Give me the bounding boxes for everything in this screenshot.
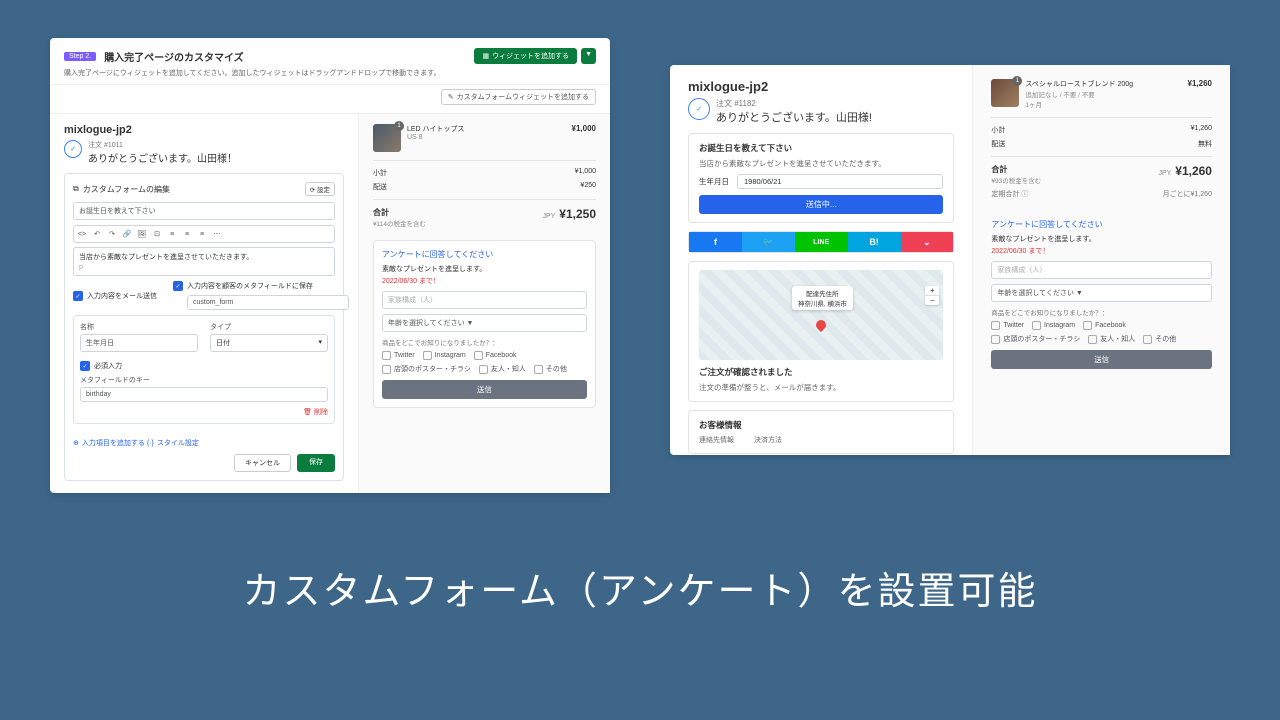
field-type-select[interactable]: 日付▾ bbox=[210, 334, 328, 352]
field-name-label: 名称 bbox=[80, 322, 198, 332]
survey-options: Twitter Instagram Facebook 店頭のポスター・チラシ 友… bbox=[382, 351, 587, 374]
metakey-input[interactable]: birthday bbox=[80, 387, 328, 402]
checkbox-required[interactable]: ✓ bbox=[80, 361, 90, 371]
grid-icon: ▦ bbox=[482, 52, 489, 60]
thankyou-text: ありがとうございます。山田様! bbox=[716, 109, 872, 125]
form-icon: ⧉ bbox=[73, 184, 79, 194]
sending-button[interactable]: 送信中... bbox=[699, 195, 943, 214]
twitter-button[interactable]: 🐦 bbox=[742, 232, 795, 252]
body-textarea[interactable]: 当店から素敵なプレゼントを進呈させていただきます。 p bbox=[73, 247, 335, 276]
map-tooltip: 配達先住所 神奈川県, 横浜市 bbox=[792, 286, 853, 310]
store-name: mixlogue-jp2 bbox=[64, 124, 344, 136]
check-icon: ✓ bbox=[64, 140, 82, 158]
metakey-label: メタフィールドのキー bbox=[80, 375, 328, 385]
metafield-name-input[interactable]: custom_form bbox=[187, 295, 349, 310]
slide-headline: カスタムフォーム（アンケート）を設置可能 bbox=[0, 560, 1280, 615]
header: Step 2. 購入完了ページのカスタマイズ ▦ウィジェットを追加する ▼ 購入… bbox=[50, 38, 610, 85]
cancel-button[interactable]: キャンセル bbox=[234, 454, 291, 472]
save-button[interactable]: 保存 bbox=[297, 454, 335, 472]
product-name: LED ハイトップス bbox=[407, 124, 566, 134]
field-name-input[interactable]: 生年月日 bbox=[80, 334, 198, 352]
product-price: ¥1,000 bbox=[572, 124, 596, 133]
style-settings-link[interactable]: {·} スタイル設定 bbox=[147, 438, 199, 448]
add-widget-dropdown[interactable]: ▼ bbox=[581, 48, 596, 64]
store-name: mixlogue-jp2 bbox=[688, 79, 954, 94]
admin-editor-screenshot: Step 2. 購入完了ページのカスタマイズ ▦ウィジェットを追加する ▼ 購入… bbox=[50, 38, 610, 493]
product-name: スペシャルローストブレンド 200g bbox=[1025, 79, 1181, 89]
map-pin-icon bbox=[814, 317, 828, 331]
add-field-link[interactable]: ⊕ 入力項目を追加する bbox=[73, 438, 145, 448]
survey-widget: アンケートに回答してください 素敵なプレゼントを進呈します。 2022/06/3… bbox=[373, 240, 596, 408]
order-summary-pane: 1 スペシャルローストブレンド 200g 追加記なし / 不要 / 不要 1ヶ月… bbox=[972, 65, 1230, 455]
delete-field-button[interactable]: 🗑 削除 bbox=[303, 409, 328, 416]
question-input[interactable]: お誕生日を教えて下さい bbox=[73, 202, 335, 220]
thankyou-text: ありがとうございます。山田様！ bbox=[88, 150, 237, 165]
checkbox-metafield[interactable]: ✓ bbox=[173, 281, 183, 291]
survey-widget: アンケートに回答してください 素敵なプレゼントを進呈します。 2022/06/3… bbox=[991, 211, 1212, 377]
subtitle: 購入完了ページにウィジェットを追加してください。追加したウィジェットはドラッグア… bbox=[64, 68, 596, 78]
add-custom-form-button[interactable]: ✎カスタムフォームウィジェットを追加する bbox=[441, 89, 596, 105]
order-number: 注文 #1182 bbox=[716, 98, 872, 109]
birthday-card: お誕生日を教えて下さい 当店から素敵なプレゼントを進呈させていただきます。 生年… bbox=[688, 133, 954, 223]
social-share-row: f 🐦 LINE B! ⌄ bbox=[688, 231, 954, 253]
editor-pane: mixlogue-jp2 ✓ 注文 #1011 ありがとうございます。山田様！ … bbox=[50, 114, 358, 493]
survey-title: アンケートに回答してください bbox=[382, 249, 587, 260]
step-badge: Step 2. bbox=[64, 52, 96, 61]
customer-view-screenshot: mixlogue-jp2 ✓ 注文 #1182 ありがとうございます。山田様! … bbox=[670, 65, 1230, 455]
form-editor-panel: ⧉ カスタムフォームの編集 ⟳ 設定 お誕生日を教えて下さい <>↶↷🔗🖼⊡≡≡≡… bbox=[64, 173, 344, 481]
facebook-button[interactable]: f bbox=[689, 232, 742, 252]
map[interactable]: 配達先住所 神奈川県, 横浜市 +− bbox=[699, 270, 943, 360]
product-row: 1 スペシャルローストブレンド 200g 追加記なし / 不要 / 不要 1ヶ月… bbox=[991, 79, 1212, 109]
age-select[interactable]: 年齢を選択してください ▼ bbox=[991, 284, 1212, 302]
map-zoom[interactable]: +− bbox=[925, 286, 939, 305]
check-icon: ✓ bbox=[688, 98, 710, 120]
survey-send-button[interactable]: 送信 bbox=[382, 380, 587, 399]
settings-toggle[interactable]: ⟳ 設定 bbox=[305, 182, 335, 196]
checkbox-email[interactable]: ✓ bbox=[73, 291, 83, 301]
family-input[interactable]: 家族構成（人） bbox=[991, 261, 1212, 279]
preview-pane: 1 LED ハイトップス US 8 ¥1,000 小計¥1,000 配送¥250… bbox=[358, 114, 610, 493]
product-variant: US 8 bbox=[407, 134, 566, 141]
product-row: 1 LED ハイトップス US 8 ¥1,000 bbox=[373, 124, 596, 152]
panel-title: カスタムフォームの編集 bbox=[83, 184, 170, 195]
map-card: 配達先住所 神奈川県, 横浜市 +− ご注文が確認されました 注文の準備が整うと… bbox=[688, 261, 954, 402]
rich-toolbar[interactable]: <>↶↷🔗🖼⊡≡≡≡⋯ bbox=[73, 225, 335, 243]
order-status-pane: mixlogue-jp2 ✓ 注文 #1182 ありがとうございます。山田様! … bbox=[670, 65, 972, 455]
pencil-icon: ✎ bbox=[448, 93, 454, 101]
field-type-label: タイプ bbox=[210, 322, 328, 332]
survey-send-button[interactable]: 送信 bbox=[991, 350, 1212, 369]
product-image: 1 bbox=[373, 124, 401, 152]
dob-input[interactable]: 1980/06/21 bbox=[737, 174, 943, 189]
page-title: 購入完了ページのカスタマイズ bbox=[104, 49, 244, 64]
pocket-button[interactable]: ⌄ bbox=[901, 232, 954, 252]
product-image: 1 bbox=[991, 79, 1019, 107]
line-button[interactable]: LINE bbox=[795, 232, 848, 252]
age-select[interactable]: 年齢を選択してください ▼ bbox=[382, 314, 587, 332]
family-input[interactable]: 家族構成（人） bbox=[382, 291, 587, 309]
order-number: 注文 #1011 bbox=[88, 140, 237, 150]
product-price: ¥1,260 bbox=[1188, 79, 1212, 88]
hatena-button[interactable]: B! bbox=[848, 232, 901, 252]
add-widget-button[interactable]: ▦ウィジェットを追加する bbox=[474, 48, 577, 64]
customer-info-card: お客様情報 連絡先情報決済方法 bbox=[688, 410, 954, 454]
